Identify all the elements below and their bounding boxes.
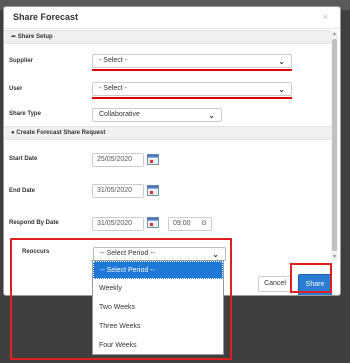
- share-type-select[interactable]: Collaborative ⌄: [92, 108, 222, 122]
- scroll-down-icon[interactable]: ▼: [331, 254, 338, 261]
- supplier-error-underline: [92, 69, 292, 71]
- dropdown-option[interactable]: Two Weeks: [93, 299, 223, 317]
- circle-icon: ●: [11, 130, 15, 136]
- dropdown-option[interactable]: Four Weeks: [93, 337, 223, 355]
- start-date-label: Start Date: [9, 156, 38, 162]
- respond-time-value: 09:00: [173, 220, 191, 227]
- chevron-down-icon: ⌄: [278, 85, 285, 94]
- user-select-value: - Select -: [99, 85, 128, 92]
- modal-scrollbar[interactable]: ▲ ▼: [331, 31, 338, 261]
- respond-time-input[interactable]: 09:00 ⊙: [168, 217, 212, 231]
- modal-title: Share Forecast: [13, 12, 79, 22]
- dropdown-option[interactable]: Three Weeks: [93, 318, 223, 336]
- start-date-value: 25/05/2020: [97, 156, 133, 163]
- chevron-down-icon: ⌄: [208, 111, 215, 120]
- dropdown-option[interactable]: -- Select Period --: [93, 261, 223, 279]
- user-label: User: [9, 86, 23, 92]
- calendar-icon[interactable]: [147, 216, 159, 228]
- respond-date-value: 31/05/2020: [97, 220, 133, 227]
- user-error-underline: [92, 97, 292, 99]
- share-type-value: Collaborative: [99, 111, 140, 118]
- share-setup-title: Share Setup: [17, 34, 53, 40]
- reoccurs-dropdown-list: -- Select Period -- Weekly Two Weeks Thr…: [92, 260, 224, 355]
- share-type-label: Share Type: [9, 111, 41, 117]
- end-date-input[interactable]: 31/05/2020: [92, 184, 144, 198]
- modal-header: Share Forecast ×: [4, 7, 340, 29]
- close-icon[interactable]: ×: [323, 12, 328, 22]
- share-setup-header: ➦ Share Setup: [5, 30, 331, 44]
- start-date-input[interactable]: 25/05/2020: [92, 153, 144, 167]
- share-icon: ➦: [11, 34, 17, 40]
- respond-by-label: Respond By Date: [9, 220, 59, 226]
- end-date-label: End Date: [9, 188, 36, 194]
- dropdown-option[interactable]: Weekly: [93, 280, 223, 298]
- cancel-button[interactable]: Cancel: [258, 276, 292, 292]
- scroll-thumb[interactable]: [332, 39, 337, 251]
- calendar-icon[interactable]: [147, 153, 159, 165]
- scroll-up-icon[interactable]: ▲: [331, 31, 338, 38]
- request-title: Create Forecast Share Request: [16, 130, 106, 136]
- end-date-value: 31/05/2020: [97, 187, 133, 194]
- user-select[interactable]: - Select - ⌄: [92, 82, 292, 96]
- request-header: ● Create Forecast Share Request: [5, 126, 331, 140]
- chevron-down-icon: ⌄: [278, 57, 285, 66]
- clock-icon: ⊙: [201, 220, 207, 227]
- supplier-select-value: - Select -: [99, 57, 128, 64]
- respond-date-input[interactable]: 31/05/2020: [92, 217, 144, 231]
- share-button-highlight: [290, 263, 332, 293]
- calendar-icon[interactable]: [147, 184, 159, 196]
- supplier-select[interactable]: - Select - ⌄: [92, 54, 292, 68]
- supplier-label: Supplier: [9, 58, 34, 64]
